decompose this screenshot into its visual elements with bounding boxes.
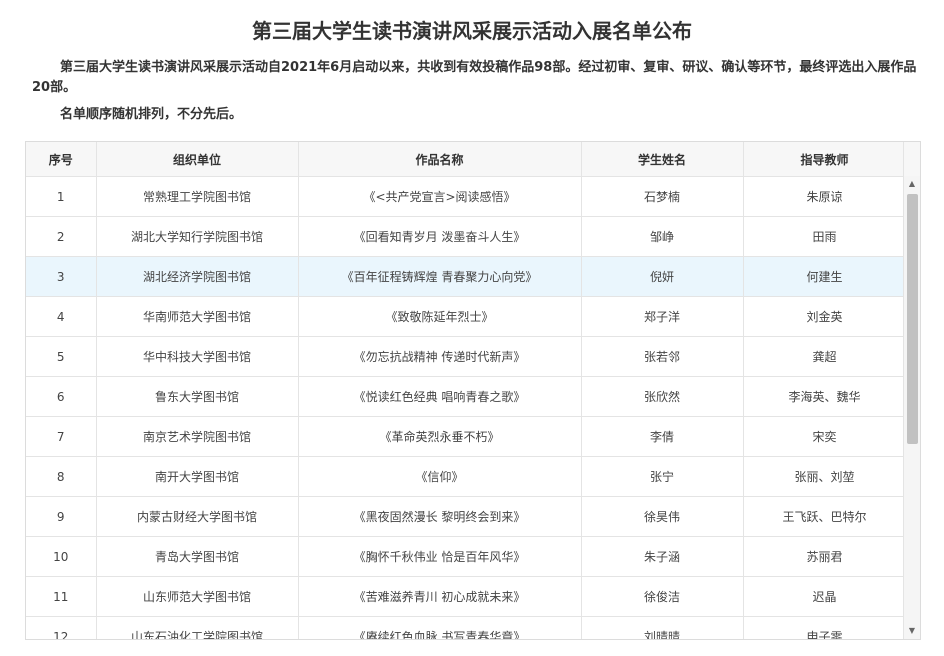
cell-org: 华中科技大学图书馆 xyxy=(96,336,299,377)
table-row[interactable]: 1 常熟理工学院图书馆 《<共产党宣言>阅读感悟》 石梦楠 朱原谅 xyxy=(26,176,907,217)
cell-org: 鲁东大学图书馆 xyxy=(96,376,299,417)
cell-teacher: 刘金英 xyxy=(743,296,907,337)
cell-student: 李倩 xyxy=(581,416,744,457)
header-corner xyxy=(903,142,920,177)
cell-work: 《革命英烈永垂不朽》 xyxy=(298,416,582,457)
header-no: 序号 xyxy=(26,142,97,177)
cell-student: 徐俊洁 xyxy=(581,576,744,617)
cell-org: 湖北经济学院图书馆 xyxy=(96,256,299,297)
cell-no: 1 xyxy=(26,176,97,217)
cell-org: 内蒙古财经大学图书馆 xyxy=(96,496,299,537)
cell-no: 7 xyxy=(26,416,97,457)
cell-work: 《百年征程铸辉煌 青春聚力心向党》 xyxy=(298,256,582,297)
cell-teacher: 王飞跃、巴特尔 xyxy=(743,496,907,537)
cell-org: 华南师范大学图书馆 xyxy=(96,296,299,337)
cell-student: 朱子涵 xyxy=(581,536,744,577)
cell-no: 11 xyxy=(26,576,97,617)
cell-org: 常熟理工学院图书馆 xyxy=(96,176,299,217)
cell-work: 《致敬陈延年烈士》 xyxy=(298,296,582,337)
cell-org: 青岛大学图书馆 xyxy=(96,536,299,577)
cell-student: 倪妍 xyxy=(581,256,744,297)
header-org: 组织单位 xyxy=(96,142,299,177)
scroll-thumb[interactable] xyxy=(907,194,918,444)
vertical-scrollbar[interactable]: ▲ ▼ xyxy=(903,176,920,639)
cell-work: 《回看知青岁月 泼墨奋斗人生》 xyxy=(298,216,582,257)
cell-work: 《信仰》 xyxy=(298,456,582,497)
intro-paragraph: 第三届大学生读书演讲风采展示活动自2021年6月启动以来，共收到有效投稿作品98… xyxy=(32,60,917,95)
table-row[interactable]: 5 华中科技大学图书馆 《勿忘抗战精神 传递时代新声》 张若邻 龚超 xyxy=(26,336,907,377)
cell-teacher: 何建生 xyxy=(743,256,907,297)
cell-no: 9 xyxy=(26,496,97,537)
cell-work: 《苦难滋养青川 初心成就未来》 xyxy=(298,576,582,617)
cell-teacher: 龚超 xyxy=(743,336,907,377)
cell-no: 10 xyxy=(26,536,97,577)
cell-no: 12 xyxy=(26,616,97,639)
cell-teacher: 迟晶 xyxy=(743,576,907,617)
cell-org: 山东石油化工学院图书馆 xyxy=(96,616,299,639)
header-work: 作品名称 xyxy=(298,142,582,177)
table-row[interactable]: 9 内蒙古财经大学图书馆 《黑夜固然漫长 黎明终会到来》 徐昊伟 王飞跃、巴特尔 xyxy=(26,496,907,537)
table-row[interactable]: 10 青岛大学图书馆 《胸怀千秋伟业 恰是百年风华》 朱子涵 苏丽君 xyxy=(26,536,907,577)
cell-student: 张欣然 xyxy=(581,376,744,417)
cell-work: 《赓续红色血脉 书写青春华章》 xyxy=(298,616,582,639)
table-row[interactable]: 8 南开大学图书馆 《信仰》 张宁 张丽、刘堃 xyxy=(26,456,907,497)
cell-student: 刘晴晴 xyxy=(581,616,744,639)
cell-teacher: 李海英、魏华 xyxy=(743,376,907,417)
cell-org: 南京艺术学院图书馆 xyxy=(96,416,299,457)
cell-no: 6 xyxy=(26,376,97,417)
table-row[interactable]: 2 湖北大学知行学院图书馆 《回看知青岁月 泼墨奋斗人生》 邹峥 田雨 xyxy=(26,216,907,257)
cell-teacher: 申子零 xyxy=(743,616,907,639)
table-row[interactable]: 11 山东师范大学图书馆 《苦难滋养青川 初心成就未来》 徐俊洁 迟晶 xyxy=(26,576,907,617)
results-table: 序号 组织单位 作品名称 学生姓名 指导教师 1 常熟理工学院图书馆 《<共产党宣言… xyxy=(26,142,907,639)
cell-work: 《<共产党宣言>阅读感悟》 xyxy=(298,176,582,217)
cell-work: 《胸怀千秋伟业 恰是百年风华》 xyxy=(298,536,582,577)
cell-teacher: 田雨 xyxy=(743,216,907,257)
cell-student: 张宁 xyxy=(581,456,744,497)
cell-student: 邹峥 xyxy=(581,216,744,257)
cell-no: 5 xyxy=(26,336,97,377)
cell-student: 张若邻 xyxy=(581,336,744,377)
table-row[interactable]: 3 湖北经济学院图书馆 《百年征程铸辉煌 青春聚力心向党》 倪妍 何建生 xyxy=(26,256,907,297)
cell-teacher: 朱原谅 xyxy=(743,176,907,217)
cell-teacher: 苏丽君 xyxy=(743,536,907,577)
table-row[interactable]: 7 南京艺术学院图书馆 《革命英烈永垂不朽》 李倩 宋奕 xyxy=(26,416,907,457)
table-header-row: 序号 组织单位 作品名称 学生姓名 指导教师 xyxy=(26,142,907,177)
cell-teacher: 宋奕 xyxy=(743,416,907,457)
cell-work: 《勿忘抗战精神 传递时代新声》 xyxy=(298,336,582,377)
cell-org: 山东师范大学图书馆 xyxy=(96,576,299,617)
cell-teacher: 张丽、刘堃 xyxy=(743,456,907,497)
table-row[interactable]: 6 鲁东大学图书馆 《悦读红色经典 唱响青春之歌》 张欣然 李海英、魏华 xyxy=(26,376,907,417)
cell-student: 郑子洋 xyxy=(581,296,744,337)
cell-org: 湖北大学知行学院图书馆 xyxy=(96,216,299,257)
cell-no: 8 xyxy=(26,456,97,497)
table-body: 1 常熟理工学院图书馆 《<共产党宣言>阅读感悟》 石梦楠 朱原谅 2 湖北大学知行学院图… xyxy=(26,176,907,639)
cell-no: 4 xyxy=(26,296,97,337)
cell-no: 2 xyxy=(26,216,97,257)
cell-student: 石梦楠 xyxy=(581,176,744,217)
caret-up-icon[interactable]: ▲ xyxy=(904,176,920,192)
cell-student: 徐昊伟 xyxy=(581,496,744,537)
results-table-container: 序号 组织单位 作品名称 学生姓名 指导教师 1 常熟理工学院图书馆 《<共产党宣言… xyxy=(25,141,921,640)
header-student: 学生姓名 xyxy=(581,142,744,177)
page-title: 第三届大学生读书演讲风采展示活动入展名单公布 xyxy=(252,19,692,43)
table-row[interactable]: 12 山东石油化工学院图书馆 《赓续红色血脉 书写青春华章》 刘晴晴 申子零 xyxy=(26,616,907,639)
cell-org: 南开大学图书馆 xyxy=(96,456,299,497)
cell-work: 《黑夜固然漫长 黎明终会到来》 xyxy=(298,496,582,537)
cell-work: 《悦读红色经典 唱响青春之歌》 xyxy=(298,376,582,417)
table-row[interactable]: 4 华南师范大学图书馆 《致敬陈延年烈士》 郑子洋 刘金英 xyxy=(26,296,907,337)
header-teacher: 指导教师 xyxy=(743,142,907,177)
note-paragraph: 名单顺序随机排列，不分先后。 xyxy=(60,107,243,122)
caret-down-icon[interactable]: ▼ xyxy=(904,623,920,639)
cell-no: 3 xyxy=(26,256,97,297)
